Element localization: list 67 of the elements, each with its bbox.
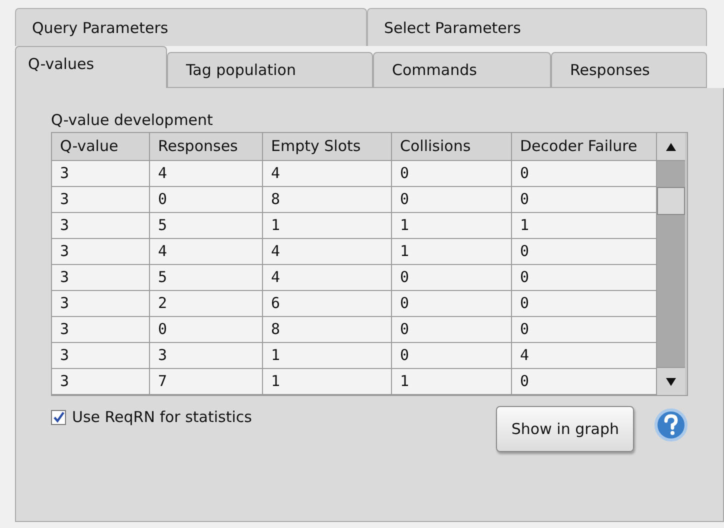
table-cell: 0 <box>512 265 657 291</box>
help-icon[interactable] <box>654 408 688 442</box>
table-cell: 3 <box>52 291 150 317</box>
table-cell: 0 <box>150 317 263 343</box>
table-cell: 4 <box>263 161 392 187</box>
table-cell: 4 <box>263 239 392 265</box>
table-cell: 3 <box>52 239 150 265</box>
checkbox-label: Use ReqRN for statistics <box>72 407 252 428</box>
table-cell: 0 <box>392 317 512 343</box>
table-cell: 2 <box>150 291 263 317</box>
tab[interactable]: Q-values <box>15 46 167 88</box>
table-cell: 5 <box>150 265 263 291</box>
table-cell: 0 <box>512 187 657 213</box>
column-header: Responses <box>150 133 263 161</box>
table-cell: 0 <box>392 291 512 317</box>
table-cell: 0 <box>512 239 657 265</box>
table-cell: 1 <box>392 213 512 239</box>
table-cell: 1 <box>392 369 512 395</box>
table-cell: 1 <box>512 213 657 239</box>
table-cell: 3 <box>52 265 150 291</box>
table-cell: 4 <box>263 265 392 291</box>
scroll-thumb[interactable] <box>657 187 685 215</box>
tab[interactable]: Select Parameters <box>367 8 707 46</box>
tab[interactable]: Tag population <box>167 52 373 88</box>
table-cell: 3 <box>52 317 150 343</box>
column-header: Collisions <box>392 133 512 161</box>
up-triangle-icon <box>666 142 676 150</box>
show-in-graph-button[interactable]: Show in graph <box>496 406 634 452</box>
table-cell: 0 <box>392 265 512 291</box>
checkbox[interactable] <box>51 410 66 425</box>
table-cell: 3 <box>52 369 150 395</box>
table-cell: 0 <box>512 161 657 187</box>
table-cell: 1 <box>263 213 392 239</box>
column-header: Decoder Failure <box>512 133 657 161</box>
table-cell: 5 <box>150 213 263 239</box>
table-cell: 7 <box>150 369 263 395</box>
column-header: Q-value <box>52 133 150 161</box>
table-cell: 8 <box>263 317 392 343</box>
scroll-down-button[interactable] <box>657 367 685 395</box>
table-cell: 4 <box>150 239 263 265</box>
tab[interactable]: Commands <box>373 52 551 88</box>
tab[interactable]: Responses <box>551 52 707 88</box>
table-cell: 0 <box>392 161 512 187</box>
table-cell: 0 <box>150 187 263 213</box>
table-title: Q-value development <box>51 110 214 131</box>
table-cell: 4 <box>150 161 263 187</box>
scrollbar[interactable] <box>657 133 685 395</box>
column-header: Empty Slots <box>263 133 392 161</box>
table-cell: 3 <box>52 161 150 187</box>
table-cell: 3 <box>52 343 150 369</box>
table-cell: 1 <box>263 369 392 395</box>
table-cell: 1 <box>263 343 392 369</box>
table-cell: 3 <box>52 187 150 213</box>
scroll-up-button[interactable] <box>657 133 685 161</box>
table-cell: 0 <box>512 291 657 317</box>
table-cell: 0 <box>392 187 512 213</box>
table-cell: 3 <box>52 213 150 239</box>
tab[interactable]: Query Parameters <box>15 8 367 46</box>
table-cell: 0 <box>512 317 657 343</box>
table-cell: 6 <box>263 291 392 317</box>
table-cell: 0 <box>512 369 657 395</box>
down-triangle-icon <box>666 378 676 386</box>
table-cell: 4 <box>512 343 657 369</box>
table-cell: 3 <box>150 343 263 369</box>
table-cell: 1 <box>392 239 512 265</box>
table-cell: 8 <box>263 187 392 213</box>
table-cell: 0 <box>392 343 512 369</box>
